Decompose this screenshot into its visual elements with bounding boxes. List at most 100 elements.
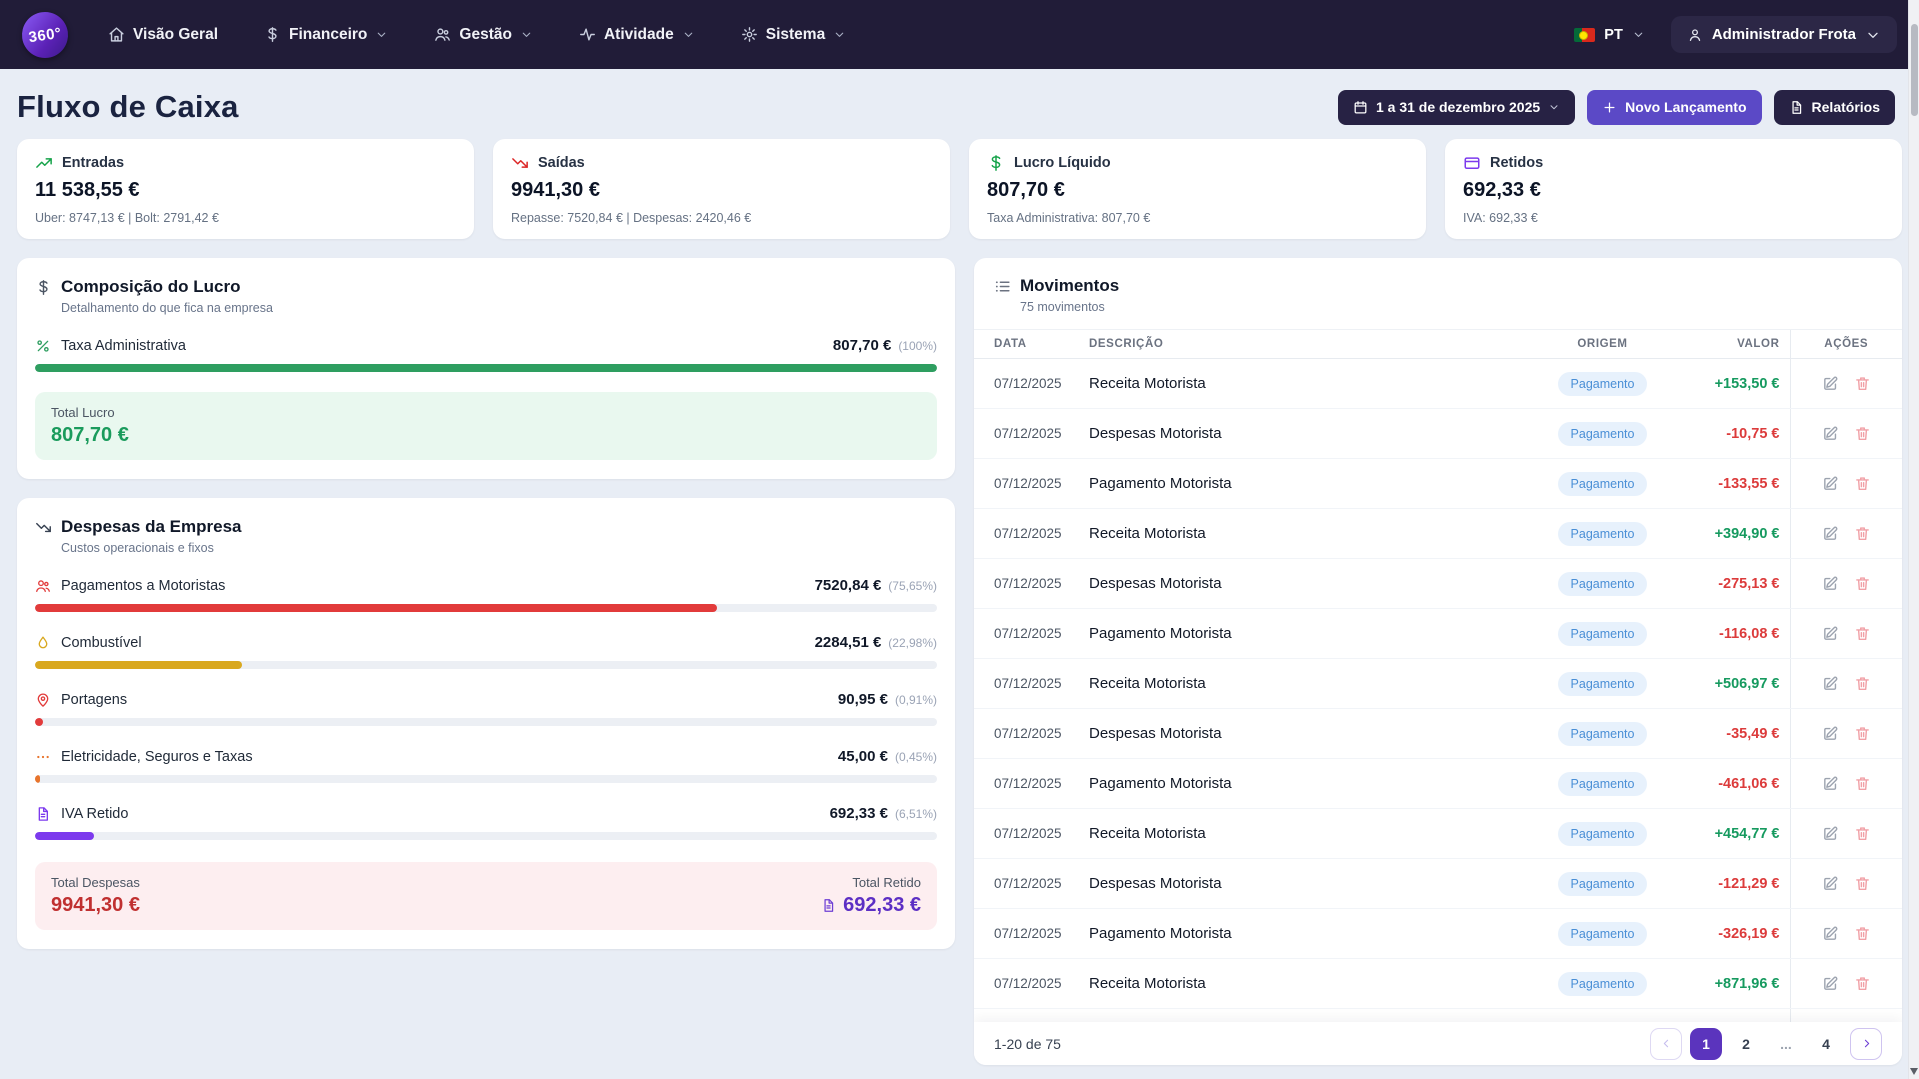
row-date: 07/12/2025 [974,509,1079,559]
new-entry-button[interactable]: Novo Lançamento [1587,90,1761,125]
language-selector[interactable]: PT [1574,27,1645,43]
next-page-button[interactable] [1850,1028,1882,1060]
trash-icon[interactable] [1854,975,1871,992]
edit-icon[interactable] [1822,925,1839,942]
trash-icon[interactable] [1854,425,1871,442]
progress-fill [35,364,937,372]
chevron-down-icon [1548,101,1560,113]
prev-page-button[interactable] [1650,1028,1682,1060]
trash-icon[interactable] [1854,725,1871,742]
row-date: 07/12/2025 [974,709,1079,759]
summary-card-entradas: Entradas11 538,55 €Uber: 8747,13 € | Bol… [17,139,474,239]
expenses-panel-title: Despesas da Empresa [61,517,242,537]
scrollbar-thumb[interactable] [1911,24,1918,116]
card-label: Lucro Líquido [1014,155,1111,171]
origin-badge: Pagamento [1558,422,1648,446]
column-header-acoes: AÇÕES [1790,330,1902,359]
date-range-button[interactable]: 1 a 31 de dezembro 2025 [1338,90,1575,125]
edit-icon[interactable] [1822,475,1839,492]
edit-icon[interactable] [1822,775,1839,792]
row-date: 07/12/2025 [974,609,1079,659]
edit-icon[interactable] [1822,525,1839,542]
table-header-row: DATADESCRIÇÃOORIGEMVALORAÇÕES [974,330,1902,359]
trash-icon[interactable] [1854,925,1871,942]
nav-item-label: Visão Geral [133,26,218,44]
trash-icon[interactable] [1854,525,1871,542]
edit-icon[interactable] [1822,675,1839,692]
bar-item-label: Portagens [61,692,127,708]
reports-label: Relatórios [1812,99,1880,115]
trash-icon[interactable] [1854,825,1871,842]
progress-fill [35,775,40,783]
trash-icon[interactable] [1854,375,1871,392]
app-logo[interactable]: 360° [19,9,71,61]
app-logo-text: 360° [27,24,62,45]
page-title: Fluxo de Caixa [17,89,239,125]
table-row: 07/12/2025Receita MotoristaPagamento+394… [974,509,1902,559]
edit-icon[interactable] [1822,875,1839,892]
dollar-icon [987,154,1005,172]
bar-item-eletricidade-seguros-e-taxas: Eletricidade, Seguros e Taxas45,00 €(0,4… [35,748,937,783]
bar-item-value: 7520,84 € [815,577,882,594]
origin-badge: Pagamento [1558,822,1648,846]
edit-icon[interactable] [1822,575,1839,592]
nav-item-sistema[interactable]: Sistema [741,26,846,44]
user-menu[interactable]: Administrador Frota [1671,16,1897,53]
scrollbar-down-arrow[interactable] [1910,1068,1918,1075]
row-date: 07/12/2025 [974,559,1079,609]
bar-item-percent: (75,65%) [888,579,937,593]
trend-down-icon [511,154,529,172]
person-icon [1687,27,1703,43]
bar-item-percent: (100%) [898,339,937,353]
nav-item-gestao[interactable]: Gestão [434,26,533,44]
bar-item-iva-retido: IVA Retido692,33 €(6,51%) [35,805,937,840]
nav-item-visao-geral[interactable]: Visão Geral [108,26,218,44]
progress-fill [35,718,43,726]
dots-icon [35,749,51,765]
chevron-down-icon [833,28,846,41]
row-description: Pagamento Motorista [1079,909,1540,959]
table-row: 07/12/2025Despesas MotoristaPagamento-35… [974,709,1902,759]
bar-item-percent: (22,98%) [888,636,937,650]
reports-button[interactable]: Relatórios [1774,90,1895,125]
trash-icon[interactable] [1854,575,1871,592]
origin-badge: Pagamento [1558,772,1648,796]
pin-icon [35,692,51,708]
row-date: 07/12/2025 [974,659,1079,709]
column-header-valor: VALOR [1665,330,1790,359]
origin-badge: Pagamento [1558,372,1648,396]
page-button-1[interactable]: 1 [1690,1028,1722,1060]
edit-icon[interactable] [1822,625,1839,642]
trash-icon[interactable] [1854,475,1871,492]
main-navigation: Visão Geral Financeiro Gestão Atividade Sist… [108,26,846,44]
row-value: -326,19 € [1718,926,1779,942]
edit-icon[interactable] [1822,725,1839,742]
nav-item-financeiro[interactable]: Financeiro [264,26,388,44]
card-subtitle: Uber: 8747,13 € | Bolt: 2791,42 € [35,211,456,225]
bar-item-value: 2284,51 € [815,634,882,651]
gear-icon [741,26,758,43]
progress-track [35,364,937,372]
row-description: Receita Motorista [1079,359,1540,409]
trash-icon[interactable] [1854,625,1871,642]
trash-icon[interactable] [1854,675,1871,692]
edit-icon[interactable] [1822,975,1839,992]
row-date: 07/12/2025 [974,759,1079,809]
total-expenses-label: Total Despesas [51,875,140,890]
edit-icon[interactable] [1822,375,1839,392]
scrollbar[interactable] [1908,0,1919,1079]
trash-icon[interactable] [1854,875,1871,892]
bar-item-percent: (0,45%) [895,750,937,764]
nav-item-atividade[interactable]: Atividade [579,26,695,44]
user-name: Administrador Frota [1712,26,1856,43]
trash-icon[interactable] [1854,775,1871,792]
movements-count: 75 movimentos [1020,300,1119,314]
bar-item-pagamentos-a-motoristas: Pagamentos a Motoristas7520,84 €(75,65%) [35,577,937,612]
page-button-4[interactable]: 4 [1810,1028,1842,1060]
table-row: 07/12/2025Pagamento MotoristaPagamento-1… [974,459,1902,509]
edit-icon[interactable] [1822,425,1839,442]
edit-icon[interactable] [1822,825,1839,842]
card-value: 692,33 € [1463,179,1884,202]
card-label: Retidos [1490,155,1543,171]
page-button-2[interactable]: 2 [1730,1028,1762,1060]
